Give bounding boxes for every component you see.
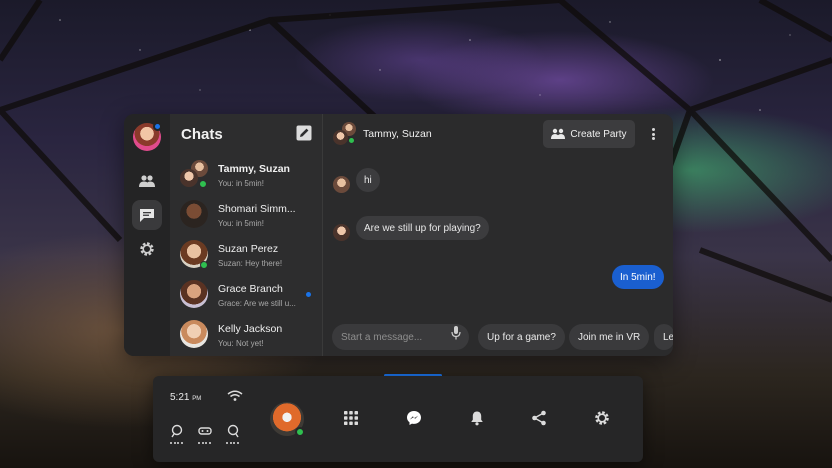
conversation-preview: Suzan: Hey there! [218, 259, 283, 268]
conversation-header: Tammy, Suzan Create Party [323, 114, 673, 154]
settings-rail-button[interactable] [132, 234, 162, 264]
chat-window: Chats Tammy, Suzan You: in 5min! Shomari… [124, 114, 673, 356]
composer-row: Start a message... Up for a game? Join m… [323, 320, 673, 350]
quick-reply-chip[interactable]: Le [654, 324, 673, 350]
microphone-icon[interactable] [451, 326, 461, 340]
conversation-item[interactable]: Suzan Perez Suzan: Hey there! [170, 234, 323, 274]
messenger-icon[interactable] [406, 410, 422, 426]
sender-avatar [333, 224, 350, 241]
left-controller-icon [170, 424, 184, 444]
quick-reply-chip[interactable]: Join me in VR [569, 324, 650, 350]
conversation-item[interactable]: Tammy, Suzan You: in 5min! [170, 154, 323, 194]
chats-button[interactable] [132, 200, 162, 230]
conversation-item[interactable]: Shomari Simm... You: in 5min! [170, 194, 323, 234]
conversation-preview: You: in 5min! [218, 219, 264, 228]
quick-reply-chip[interactable]: Up for a game? [478, 324, 565, 350]
right-controller-icon [226, 424, 240, 444]
unread-dot [306, 292, 311, 297]
gear-icon [140, 242, 154, 256]
party-icon [551, 128, 566, 139]
chat-bubble-icon [140, 208, 154, 222]
conversation-name: Grace Branch [218, 283, 283, 295]
apps-grid-icon[interactable] [343, 410, 359, 426]
conversation-name: Kelly Jackson [218, 323, 283, 335]
chats-title: Chats [181, 126, 223, 143]
avatar [180, 320, 208, 348]
group-avatar [180, 160, 208, 188]
sender-avatar [333, 176, 350, 193]
clock: 5:21 PM [170, 392, 201, 403]
clock-ampm: PM [192, 396, 202, 402]
clock-time: 5:21 [170, 392, 190, 403]
avatar [180, 200, 208, 228]
message-bubble-outgoing: In 5min! [612, 265, 664, 289]
wifi-icon [227, 390, 243, 401]
conversation-preview: You: Not yet! [218, 339, 264, 348]
people-icon [139, 175, 155, 187]
conversation-name: Tammy, Suzan [218, 163, 290, 175]
conversation-preview: You: in 5min! [218, 179, 264, 188]
conversation-list: Chats Tammy, Suzan You: in 5min! Shomari… [170, 114, 323, 356]
conversation-item[interactable]: Kelly Jackson You: Not yet! [170, 314, 323, 354]
nav-rail [124, 114, 170, 356]
online-indicator [295, 427, 305, 437]
conversation-name: Suzan Perez [218, 243, 279, 255]
settings-icon[interactable] [594, 410, 610, 426]
conversation-preview: Grace: Are we still u... [218, 299, 296, 308]
my-avatar[interactable] [133, 122, 162, 151]
avatar [180, 280, 208, 308]
message-bubble: hi [356, 168, 380, 192]
people-button[interactable] [132, 166, 162, 196]
message-bubble: Are we still up for playing? [356, 216, 489, 240]
online-indicator [348, 137, 355, 144]
universal-menu-bar: 5:21 PM [153, 376, 643, 462]
create-party-button[interactable]: Create Party [543, 120, 635, 148]
controller-status [170, 424, 240, 444]
message-input[interactable]: Start a message... [332, 324, 469, 350]
create-party-label: Create Party [570, 128, 627, 140]
conversation-name: Shomari Simm... [218, 203, 296, 215]
online-indicator [199, 180, 207, 188]
conversation-item[interactable]: Grace Branch Grace: Are we still u... [170, 274, 323, 314]
profile-avatar[interactable] [270, 402, 305, 437]
compose-icon[interactable] [296, 125, 312, 141]
notification-dot [153, 122, 162, 131]
online-indicator [200, 261, 208, 269]
headset-icon [198, 424, 212, 444]
bell-icon[interactable] [469, 410, 485, 426]
conversation-pane: Tammy, Suzan Create Party hi Are we stil… [323, 114, 673, 356]
share-icon[interactable] [531, 410, 547, 426]
conversation-title: Tammy, Suzan [363, 128, 432, 140]
header-group-avatar [332, 122, 358, 148]
more-options-icon[interactable] [649, 126, 657, 142]
